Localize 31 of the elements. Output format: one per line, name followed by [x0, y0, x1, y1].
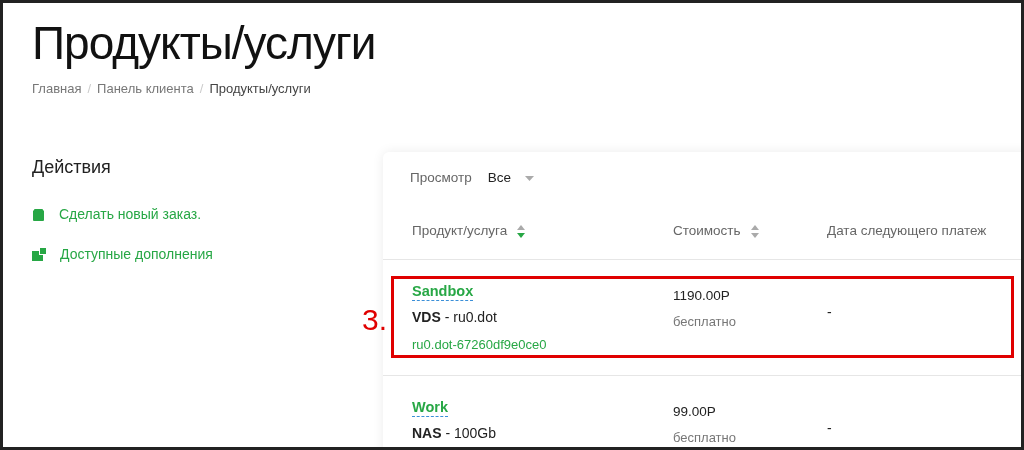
page-title: Продукты/услуги: [32, 16, 376, 71]
breadcrumb-separator: /: [87, 80, 92, 98]
sort-icon[interactable]: [750, 225, 759, 238]
sort-icon[interactable]: [517, 225, 526, 238]
billing-text: бесплатно: [673, 313, 736, 331]
annotation-label: 3.: [362, 303, 388, 337]
price-text: 99.00Р: [673, 403, 716, 421]
bag-icon: [32, 208, 45, 221]
breadcrumb-link[interactable]: Главная: [32, 79, 82, 99]
domain-link[interactable]: ru0.dot-67260df9e0ce0: [412, 335, 547, 355]
due-date-text: -: [827, 420, 832, 436]
filter-label: Просмотр: [410, 168, 472, 187]
billing-text: бесплатно: [673, 429, 736, 447]
service-name-link[interactable]: Sandbox: [412, 282, 474, 301]
blocks-icon: [32, 248, 46, 261]
column-header[interactable]: Продукт/услуга: [412, 221, 508, 242]
column-header[interactable]: Стоимость: [673, 221, 741, 242]
product-text: NAS - 100Gb: [412, 424, 498, 443]
service-name-link[interactable]: Work: [412, 398, 448, 417]
due-date-text: -: [827, 304, 832, 320]
view-dropdown[interactable]: Все: [487, 167, 534, 189]
breadcrumb-separator: /: [199, 80, 204, 98]
breadcrumb-current: Продукты/услуги: [209, 80, 311, 98]
sidebar-title: Действия: [32, 156, 112, 179]
sidebar-link[interactable]: Доступные дополнения: [32, 244, 332, 265]
caret-icon: [524, 175, 534, 181]
sidebar-link[interactable]: Сделать новый заказ.: [32, 204, 332, 225]
price-text: 1190.00Р: [673, 287, 730, 305]
column-header: Дата следующего платеж: [827, 222, 987, 241]
breadcrumb-link[interactable]: Панель клиента: [97, 79, 194, 99]
product-text: VDS - ru0.dot: [412, 308, 498, 327]
